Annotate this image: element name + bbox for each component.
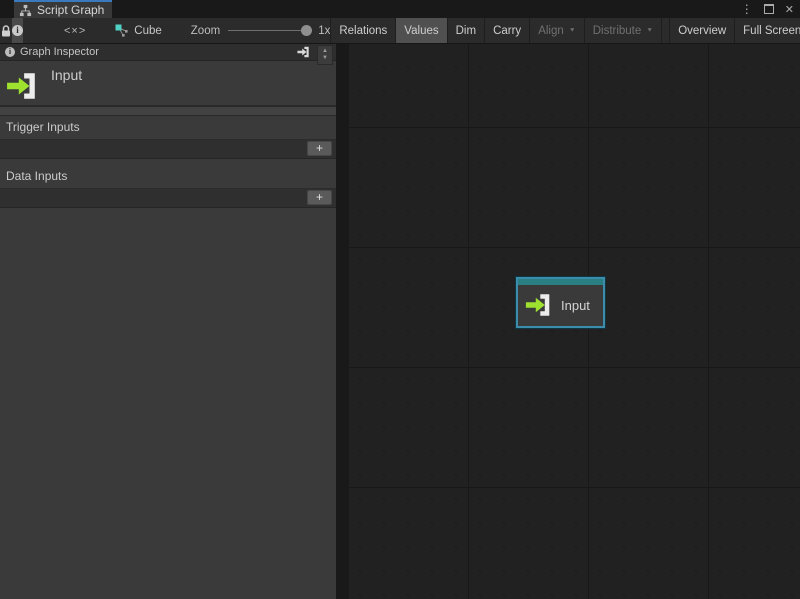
- unit-title: Input: [51, 67, 82, 105]
- graph-icon: [115, 24, 129, 38]
- add-trigger-input-button[interactable]: +: [307, 141, 332, 156]
- window-controls: ⋮ ✕: [741, 0, 794, 18]
- carry-button[interactable]: Carry: [484, 18, 529, 43]
- tab-script-graph[interactable]: Script Graph: [14, 0, 112, 18]
- data-inputs-list: +: [0, 189, 336, 208]
- zoom-value: 1x: [318, 25, 330, 37]
- toolbar-separator: [661, 18, 669, 43]
- graph-inspector-header: i Graph Inspector ▲ ▼: [0, 44, 336, 61]
- values-button[interactable]: Values: [395, 18, 446, 43]
- tab-title: Script Graph: [37, 3, 104, 17]
- code-view-button[interactable]: <×>: [64, 18, 86, 43]
- lock-button[interactable]: [0, 18, 12, 43]
- info-icon: i: [5, 47, 15, 57]
- inspector-scroll-spinner[interactable]: ▲ ▼: [317, 45, 333, 65]
- zoom-label: Zoom: [191, 25, 220, 37]
- input-unit-icon: [6, 72, 38, 105]
- selected-unit-card: Input: [0, 61, 336, 106]
- graph-name: Cube: [134, 25, 162, 37]
- relations-button[interactable]: Relations: [330, 18, 395, 43]
- data-inputs-header: Data Inputs: [0, 165, 336, 189]
- dim-button[interactable]: Dim: [447, 18, 484, 43]
- graph-canvas[interactable]: Input: [336, 44, 800, 599]
- zoom-control: Zoom 1x: [191, 18, 331, 43]
- code-icon: <×>: [64, 25, 86, 37]
- graph-inspector-panel: i Graph Inspector ▲ ▼: [0, 44, 336, 599]
- chevron-down-icon: ▼: [569, 28, 576, 34]
- panel-splitter[interactable]: [336, 44, 348, 599]
- input-node-body: Input: [518, 285, 603, 326]
- distribute-dropdown-button: Distribute ▼: [584, 18, 662, 43]
- zoom-slider-track[interactable]: [228, 30, 308, 31]
- graph-toolbar: i <×> Cube Zoom 1x Re: [0, 18, 800, 44]
- window-menu-icon[interactable]: ⋮: [741, 3, 753, 15]
- spinner-up-icon[interactable]: ▲: [322, 48, 328, 55]
- trigger-inputs-list: +: [0, 140, 336, 159]
- input-unit-icon: [525, 293, 552, 317]
- trigger-inputs-header: Trigger Inputs: [0, 116, 336, 140]
- inspector-toggle-button[interactable]: i: [12, 18, 23, 43]
- maximize-icon[interactable]: [764, 4, 774, 14]
- input-unit-icon: [297, 46, 310, 58]
- graph-breadcrumb[interactable]: Cube: [115, 18, 162, 43]
- close-icon[interactable]: ✕: [785, 3, 794, 16]
- add-data-input-button[interactable]: +: [307, 190, 332, 205]
- inspector-splitter[interactable]: [0, 106, 336, 116]
- align-dropdown-button: Align ▼: [529, 18, 584, 43]
- lock-icon: [0, 24, 12, 38]
- graph-inspector-title: Graph Inspector: [20, 46, 99, 58]
- input-node[interactable]: Input: [516, 277, 605, 328]
- tab-bar: Script Graph ⋮ ✕: [0, 0, 800, 18]
- zoom-slider-handle[interactable]: [301, 25, 312, 36]
- spinner-down-icon[interactable]: ▼: [322, 55, 328, 62]
- overview-button[interactable]: Overview: [669, 18, 734, 43]
- script-graph-icon: [19, 4, 32, 17]
- full-screen-button[interactable]: Full Screen: [734, 18, 800, 43]
- chevron-down-icon: ▼: [646, 28, 653, 34]
- toolbar-buttons: Relations Values Dim Carry Align ▼ Distr…: [330, 18, 800, 43]
- script-graph-window: Script Graph ⋮ ✕ i <×>: [0, 0, 800, 599]
- info-icon: i: [12, 25, 23, 36]
- main-area: i Graph Inspector ▲ ▼: [0, 44, 800, 599]
- input-node-title: Input: [561, 298, 590, 313]
